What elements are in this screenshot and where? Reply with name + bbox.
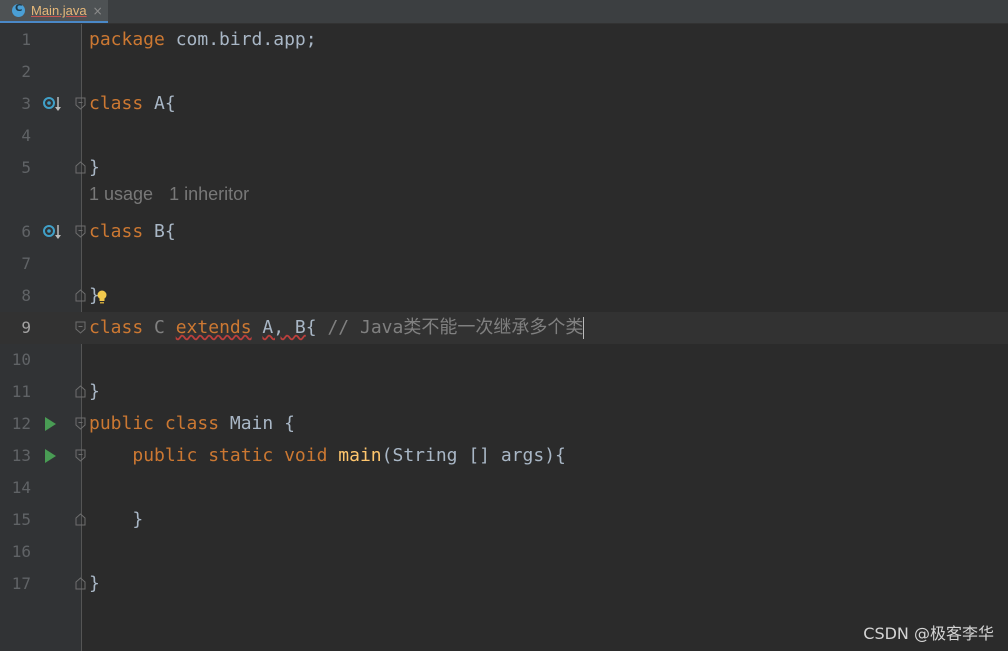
code-line-15[interactable]: 15 } (0, 504, 1008, 536)
editor-tab-bar: Main.java × (0, 0, 1008, 24)
close-icon[interactable]: × (93, 4, 103, 18)
line-number: 6 (21, 222, 31, 241)
line-number: 14 (11, 478, 31, 497)
tab-main-java[interactable]: Main.java × (0, 0, 108, 23)
fold-icon[interactable] (75, 417, 86, 430)
comment: // Java类不能一次继承多个类 (327, 317, 584, 338)
fold-end-icon[interactable] (75, 577, 86, 590)
line-number: 7 (21, 254, 31, 273)
fold-icon[interactable] (75, 97, 86, 110)
keyword: public class (89, 413, 220, 434)
keyword: class (89, 317, 144, 338)
code-text: } (89, 573, 100, 594)
keyword: public static void (132, 445, 328, 466)
keyword: class (89, 221, 144, 242)
code-line-7[interactable]: 7 (0, 248, 1008, 280)
class-name: Main { (219, 413, 295, 434)
code-line-3[interactable]: 3 class A{ (0, 88, 1008, 120)
line-number: 9 (21, 318, 31, 337)
line-number: 13 (11, 446, 31, 465)
code-line-9[interactable]: 9 class C extends A, B{ // Java类不能一次继承多个… (0, 312, 1008, 344)
code-line-12[interactable]: 12 public class Main { (0, 408, 1008, 440)
class-name: C (154, 317, 165, 338)
line-number: 3 (21, 94, 31, 113)
method-name: main (338, 445, 382, 466)
line-number: 16 (11, 542, 31, 561)
implemented-icon[interactable] (43, 95, 63, 113)
java-class-icon (12, 3, 25, 17)
code-line-4[interactable]: 4 (0, 120, 1008, 152)
brace: { (305, 317, 317, 338)
line-number: 1 (21, 30, 31, 49)
code-line-11[interactable]: 11 } (0, 376, 1008, 408)
fold-end-icon[interactable] (75, 289, 86, 302)
keyword: class (89, 93, 144, 114)
code-text: class B{ (89, 216, 176, 248)
fold-icon[interactable] (75, 449, 86, 462)
fold-icon[interactable] (75, 321, 86, 334)
package-name: com.bird.app; (164, 29, 317, 50)
fold-end-icon[interactable] (75, 385, 86, 398)
code-text: class C extends A, B{ // Java类不能一次继承多个类 (89, 312, 585, 344)
line-number: 4 (21, 126, 31, 145)
code-text: public class Main { (89, 408, 295, 440)
code-text: } (89, 381, 100, 402)
line-number: 12 (11, 414, 31, 433)
run-icon[interactable] (43, 415, 63, 433)
fold-end-icon[interactable] (75, 161, 86, 174)
text-caret (583, 317, 585, 339)
code-text: } (89, 509, 144, 530)
run-icon[interactable] (43, 447, 63, 465)
fold-icon[interactable] (75, 225, 86, 238)
code-line-14[interactable]: 14 (0, 472, 1008, 504)
watermark: CSDN @极客李华 (863, 624, 994, 643)
code-line-13[interactable]: 13 public static void main(String [] arg… (0, 440, 1008, 472)
keyword: package (89, 29, 165, 50)
line-number: 8 (21, 286, 31, 305)
line-number: 11 (11, 382, 31, 401)
code-line-6[interactable]: 6 class B{ (0, 216, 1008, 248)
code-line-17[interactable]: 17 } (0, 568, 1008, 600)
code-text: package com.bird.app; (89, 24, 317, 56)
code-line-1[interactable]: 1 package com.bird.app; (0, 24, 1008, 56)
implemented-icon[interactable] (43, 223, 63, 241)
line-number: 15 (11, 510, 31, 529)
usage-inlay-hint[interactable]: 1 usage 1 inheritor (89, 184, 265, 216)
fold-end-icon[interactable] (75, 513, 86, 526)
lightbulb-icon[interactable] (96, 289, 108, 305)
error-parents[interactable]: A, B (262, 317, 305, 338)
code-text: public static void main(String [] args){ (89, 440, 566, 472)
code-line-8[interactable]: 8 } (0, 280, 1008, 312)
line-number: 5 (21, 158, 31, 177)
code-text: } (89, 157, 100, 178)
code-text: class A{ (89, 88, 176, 120)
code-line-5[interactable]: 5 } (0, 152, 1008, 184)
line-number: 17 (11, 574, 31, 593)
class-name: A{ (143, 93, 176, 114)
code-line-2[interactable]: 2 (0, 56, 1008, 88)
inheritors-hint[interactable]: 1 inheritor (169, 184, 249, 204)
tab-label: Main.java (31, 3, 87, 18)
code-line-10[interactable]: 10 (0, 344, 1008, 376)
usages-hint[interactable]: 1 usage (89, 184, 153, 204)
class-name: B{ (143, 221, 176, 242)
error-keyword[interactable]: extends (176, 317, 252, 338)
line-number: 2 (21, 62, 31, 81)
code-line-16[interactable]: 16 (0, 536, 1008, 568)
line-number: 10 (11, 350, 31, 369)
method-signature: (String [] args){ (381, 445, 566, 466)
